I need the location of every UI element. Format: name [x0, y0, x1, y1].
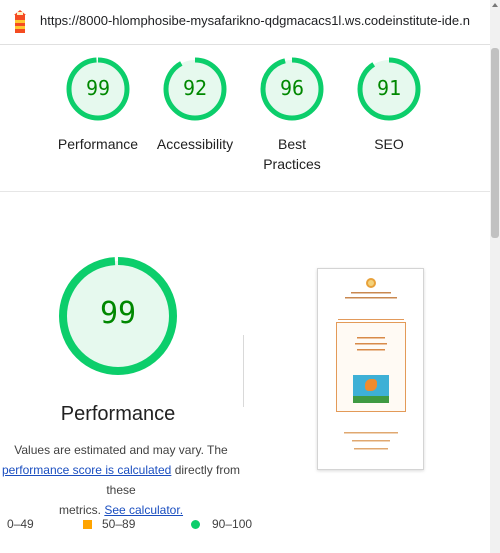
category-gauges: 99 Performance 92 Accessibility 96 Best … [0, 56, 490, 184]
section-divider [0, 191, 490, 192]
vertical-divider [243, 335, 244, 407]
scrollbar-thumb[interactable] [491, 48, 499, 238]
thumb-heading [318, 291, 423, 301]
lighthouse-icon [14, 10, 26, 33]
thumb-ground [353, 396, 389, 403]
see-calculator-link[interactable]: See calculator. [104, 503, 183, 517]
thumb-options [344, 432, 398, 450]
gauge-label: Best Practices [263, 136, 321, 172]
thumb-question-text [355, 337, 387, 351]
gauge-best-practices[interactable]: 96 Best Practices [242, 56, 342, 174]
legend-fail-label: 0–49 [7, 517, 34, 531]
average-square-icon [83, 520, 92, 529]
gauge-score: 96 [279, 76, 305, 100]
performance-score-large: 99 [99, 296, 137, 331]
desc-text: metrics. [58, 503, 105, 517]
thumb-logo-icon [318, 277, 423, 290]
gauge-score: 92 [182, 76, 208, 100]
performance-score-link[interactable]: performance score is calculated [2, 463, 171, 477]
gauge-label: SEO [374, 136, 404, 152]
scroll-up-icon[interactable] [492, 3, 498, 7]
gauge-seo[interactable]: 91 SEO [339, 56, 439, 154]
gauge-label: Accessibility [156, 136, 234, 152]
performance-title: Performance [60, 403, 176, 425]
scrollbar[interactable] [490, 0, 500, 553]
gauge-score: 99 [85, 76, 111, 100]
legend-pass: 90–100 [191, 517, 252, 531]
thumb-fox-icon [365, 379, 377, 391]
legend-pass-label: 90–100 [212, 517, 253, 531]
gauge-accessibility[interactable]: 92 Accessibility [145, 56, 245, 154]
thumb-input [338, 313, 404, 320]
desc-text: Values are estimated and may vary. The [14, 443, 228, 457]
address-bar[interactable]: https://8000-hlomphosibe-mysafarikno-qdg… [0, 0, 490, 45]
performance-description: Values are estimated and may vary. The p… [0, 440, 256, 520]
gauge-score: 91 [376, 76, 402, 100]
gauge-performance[interactable]: 99 Performance [48, 56, 148, 154]
legend-average: 50–89 [83, 517, 135, 531]
pass-circle-icon [191, 520, 200, 529]
gauge-label: Performance [57, 136, 139, 152]
legend-average-label: 50–89 [102, 517, 136, 531]
thumb-quiz-card [336, 322, 406, 412]
url-text[interactable]: https://8000-hlomphosibe-mysafarikno-qdg… [40, 13, 470, 28]
legend-fail: 0–49 [7, 517, 34, 531]
page-screenshot-thumbnail[interactable] [317, 268, 424, 470]
